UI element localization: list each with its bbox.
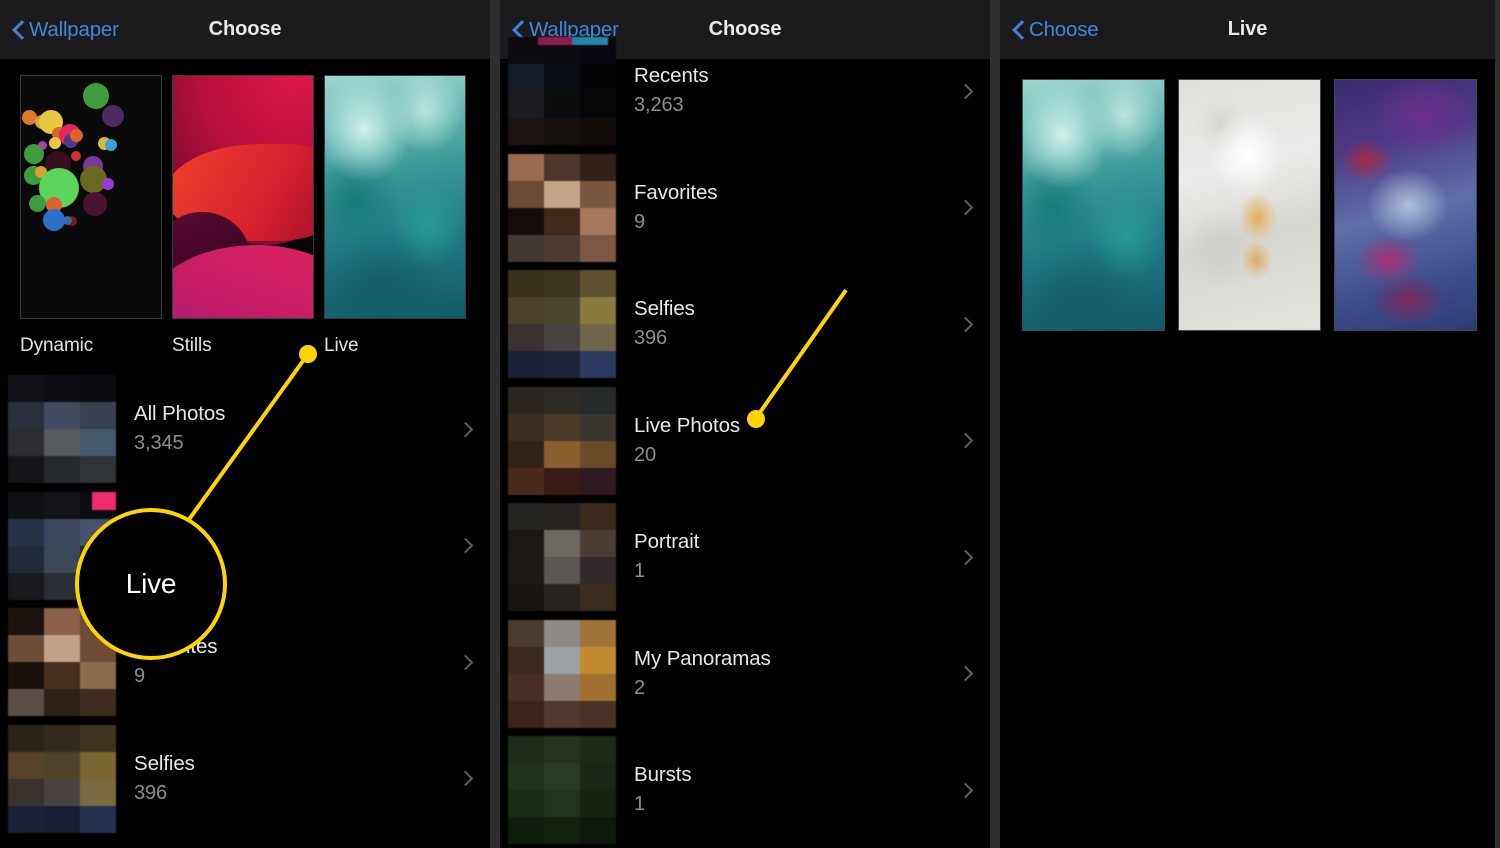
album-list: Recents 3,263 Favorites 9 Selfies 396 Li…: [500, 33, 990, 848]
album-row[interactable]: Portrait 1: [500, 499, 990, 616]
panel-divider: [490, 0, 500, 848]
album-list: All Photos 3,345 Live Favorites 9 Selfie…: [0, 371, 490, 837]
album-text: Bursts 1: [634, 762, 960, 818]
album-text: Favorites 9: [634, 180, 960, 236]
chevron-right-icon: [960, 665, 970, 682]
chevron-right-icon: [960, 316, 970, 333]
album-count: 3,263: [634, 94, 684, 117]
album-count: 9: [634, 210, 646, 233]
chevron-right-icon: [460, 421, 470, 438]
album-text: My Panoramas 2: [634, 646, 960, 702]
album-count: 2: [634, 676, 646, 699]
album-count: 396: [634, 327, 668, 350]
album-text: Selfies 396: [634, 296, 960, 352]
album-thumbnail: [508, 37, 616, 146]
album-name: Recents: [634, 64, 709, 88]
wallpaper-category-live[interactable]: Live: [324, 75, 466, 357]
back-button-label: Wallpaper: [29, 17, 119, 41]
album-count: 20: [634, 443, 657, 466]
album-text: Recents 3,263: [634, 63, 960, 119]
album-count: 396: [134, 781, 168, 804]
album-thumbnail: [8, 608, 116, 717]
chevron-left-icon: [1012, 19, 1025, 41]
album-name: Bursts: [634, 763, 692, 787]
album-row[interactable]: Favorites 9: [0, 604, 490, 721]
panel-live-wallpapers: Choose Live: [1000, 0, 1495, 848]
album-row[interactable]: Selfies 396: [500, 266, 990, 383]
chevron-right-icon: [960, 83, 970, 100]
album-name: Portrait: [634, 530, 700, 554]
album-name: Selfies: [134, 751, 195, 775]
chevron-right-icon: [960, 432, 970, 449]
album-text: Live: [134, 532, 460, 560]
live-wallpaper-item[interactable]: [1178, 79, 1321, 331]
live-wallpaper-item[interactable]: [1022, 79, 1165, 331]
album-count: 3,345: [134, 432, 184, 455]
album-thumbnail: [8, 375, 116, 484]
album-thumbnail: [508, 270, 616, 379]
chevron-right-icon: [460, 537, 470, 554]
wallpaper-category-stills[interactable]: Stills: [172, 75, 314, 357]
album-thumbnail: [508, 736, 616, 845]
chevron-left-icon: [12, 19, 25, 41]
album-count: 9: [134, 665, 146, 688]
album-row[interactable]: My Panoramas 2: [500, 616, 990, 733]
navigation-bar: Choose Live: [1000, 0, 1495, 59]
back-button-label: Choose: [1029, 17, 1099, 41]
album-row[interactable]: Live Photos 20: [500, 383, 990, 500]
back-button[interactable]: Choose: [1012, 17, 1099, 42]
album-text: Portrait 1: [634, 529, 960, 585]
album-count: 1: [634, 560, 646, 583]
album-thumbnail: [8, 491, 116, 600]
three-panel-screenshot-strip: Wallpaper Choose Dynamic Stills Live All…: [0, 0, 1500, 848]
album-thumbnail: [508, 153, 616, 262]
navigation-bar: Wallpaper Choose: [0, 0, 490, 59]
album-name: Favorites: [134, 635, 218, 659]
album-name: Favorites: [634, 180, 718, 204]
album-row[interactable]: Selfies 396: [0, 721, 490, 838]
stills-wallpaper-thumbnail[interactable]: [172, 75, 314, 319]
wallpaper-category-label: Live: [324, 335, 359, 356]
panel-divider: [990, 0, 1000, 848]
chevron-right-icon: [460, 770, 470, 787]
album-text: Selfies 396: [134, 751, 460, 807]
album-row[interactable]: Bursts 1: [500, 732, 990, 848]
panel-album-picker: Wallpaper Choose Recents 3,263 Favorites…: [500, 0, 990, 848]
album-thumbnail: [508, 503, 616, 612]
album-name: Selfies: [634, 297, 695, 321]
live-wallpaper-thumbnail[interactable]: [324, 75, 466, 319]
wallpaper-category-label: Dynamic: [20, 335, 94, 356]
album-name: Live: [134, 532, 172, 556]
wallpaper-category-grid: Dynamic Stills Live: [0, 59, 490, 357]
wallpaper-category-label: Stills: [172, 335, 212, 356]
album-thumbnail: [508, 386, 616, 495]
album-name: All Photos: [134, 402, 226, 426]
chevron-right-icon: [460, 654, 470, 671]
album-thumbnail: [8, 724, 116, 833]
album-row[interactable]: Recents 3,263: [500, 33, 990, 150]
wallpaper-category-dynamic[interactable]: Dynamic: [20, 75, 162, 357]
back-button[interactable]: Wallpaper: [12, 18, 119, 42]
chevron-right-icon: [960, 199, 970, 216]
live-wallpaper-grid: [1000, 59, 1495, 331]
live-wallpaper-item[interactable]: [1334, 79, 1477, 331]
album-row[interactable]: All Photos 3,345: [0, 371, 490, 488]
album-row[interactable]: Live: [0, 488, 490, 605]
album-text: All Photos 3,345: [134, 401, 460, 457]
dynamic-wallpaper-thumbnail[interactable]: [20, 75, 162, 319]
album-text: Favorites 9: [134, 634, 460, 690]
album-name: Live Photos: [634, 413, 741, 437]
album-name: My Panoramas: [634, 646, 771, 670]
album-count: 1: [634, 793, 646, 816]
panel-wallpaper-choose: Wallpaper Choose Dynamic Stills Live All…: [0, 0, 490, 848]
album-row[interactable]: Favorites 9: [500, 150, 990, 267]
album-text: Live Photos 20: [634, 413, 960, 469]
chevron-right-icon: [960, 782, 970, 799]
album-thumbnail: [508, 619, 616, 728]
chevron-right-icon: [960, 549, 970, 566]
